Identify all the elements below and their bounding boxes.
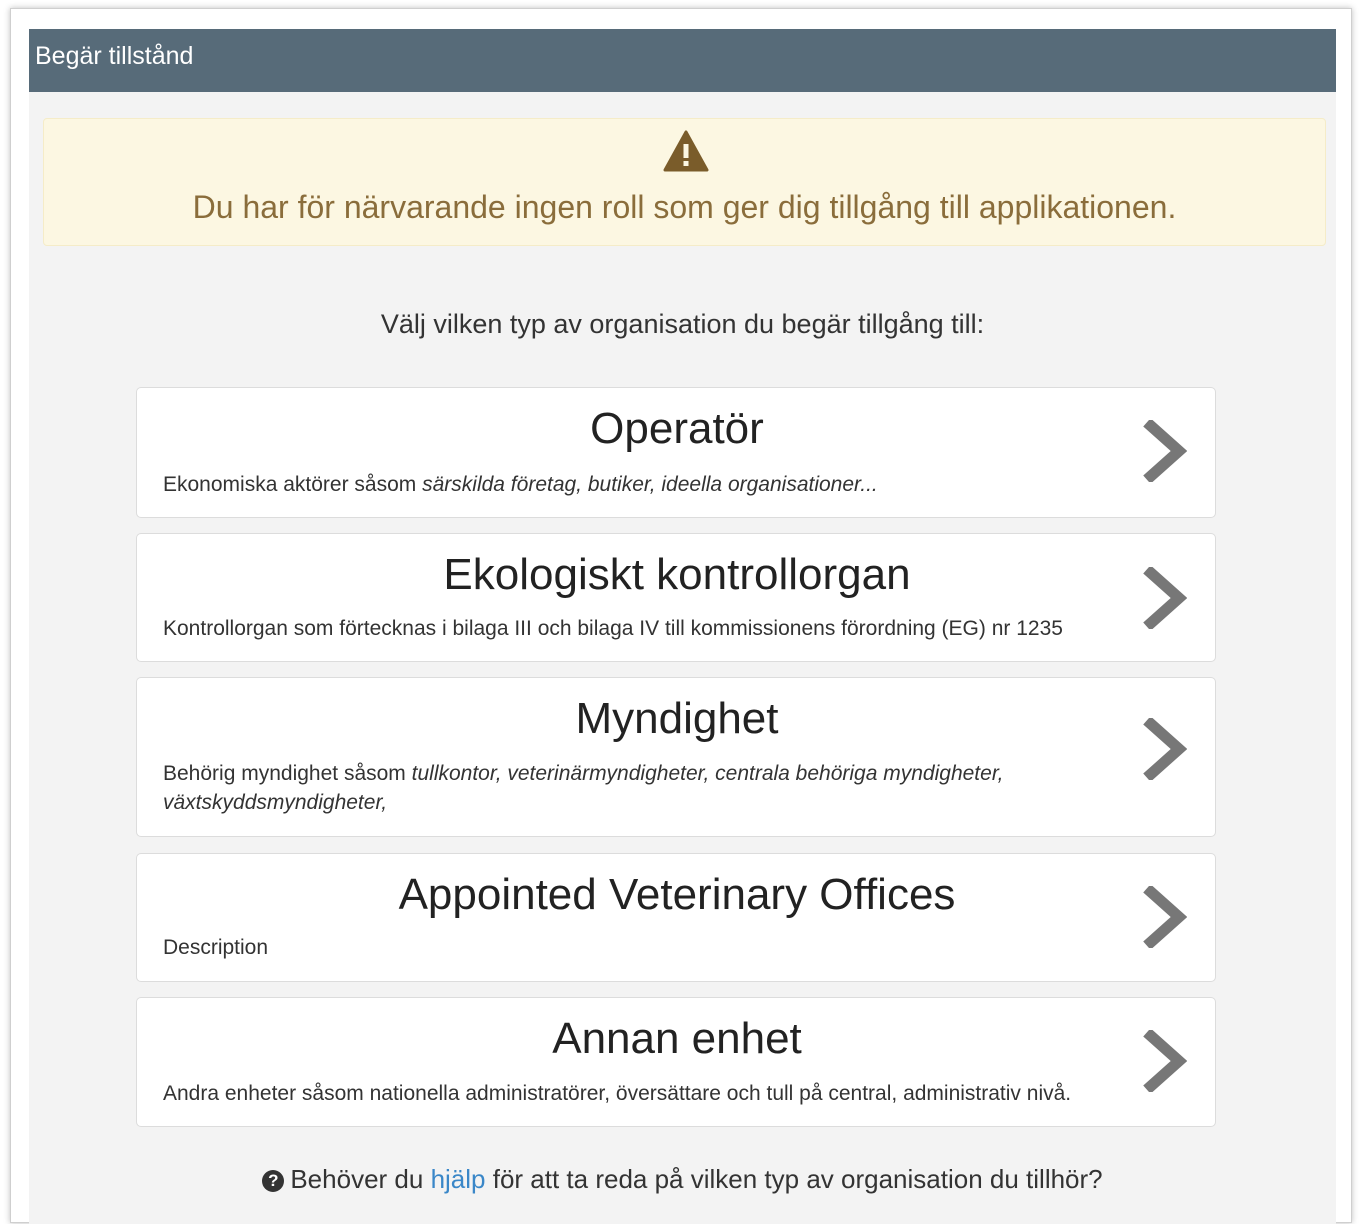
warning-alert: Du har för närvarande ingen roll som ger…: [43, 118, 1326, 246]
panel-title: Begär tillstånd: [35, 42, 194, 70]
option-description: Andra enheter såsom nationella administr…: [163, 1082, 1072, 1105]
option-card-other-entity[interactable]: Annan enhet Andra enheter såsom nationel…: [136, 997, 1216, 1127]
help-link[interactable]: hjälp: [431, 1164, 486, 1194]
option-description: Ekonomiska aktörer såsom särskilda föret…: [163, 473, 878, 496]
option-description: Behörig myndighet såsom tullkontor, vete…: [163, 762, 1004, 814]
option-card-organic-control-body[interactable]: Ekologiskt kontrollorgan Kontrollorgan s…: [136, 533, 1216, 662]
option-title: Myndighet: [575, 694, 779, 743]
option-description: Kontrollorgan som förtecknas i bilaga II…: [163, 617, 1063, 640]
chevron-right-icon: [1143, 420, 1187, 482]
panel-header: Begär tillstånd: [29, 29, 1336, 92]
request-permission-panel: Begär tillstånd Du har för närvarande in…: [29, 29, 1336, 1224]
option-title: Operatör: [590, 404, 764, 453]
chevron-right-icon: [1143, 1030, 1187, 1092]
help-line: ? Behöver du hjälp för att ta reda på vil…: [29, 1164, 1336, 1195]
window-frame: Begär tillstånd Du har för närvarande in…: [10, 8, 1352, 1224]
warning-triangle-icon: [663, 130, 709, 172]
option-card-operator[interactable]: Operatör Ekonomiska aktörer såsom särski…: [136, 387, 1216, 518]
question-circle-icon: ?: [262, 1170, 285, 1192]
chevron-right-icon: [1143, 886, 1187, 948]
option-card-authority[interactable]: Myndighet Behörig myndighet såsom tullko…: [136, 677, 1216, 837]
help-text-after: för att ta reda på vilken typ av organis…: [485, 1164, 1103, 1194]
alert-message: Du har för närvarande ingen roll som ger…: [192, 189, 1177, 225]
option-title: Annan enhet: [552, 1014, 802, 1063]
option-card-appointed-veterinary-offices[interactable]: Appointed Veterinary Offices Description: [136, 853, 1216, 982]
organisation-prompt: Välj vilken typ av organisation du begär…: [380, 309, 985, 339]
option-description: Description: [163, 936, 269, 959]
help-text-before: Behöver du: [290, 1164, 431, 1194]
option-title: Appointed Veterinary Offices: [398, 870, 956, 919]
option-title: Ekologiskt kontrollorgan: [443, 550, 911, 599]
chevron-right-icon: [1143, 567, 1187, 629]
chevron-right-icon: [1143, 718, 1187, 780]
